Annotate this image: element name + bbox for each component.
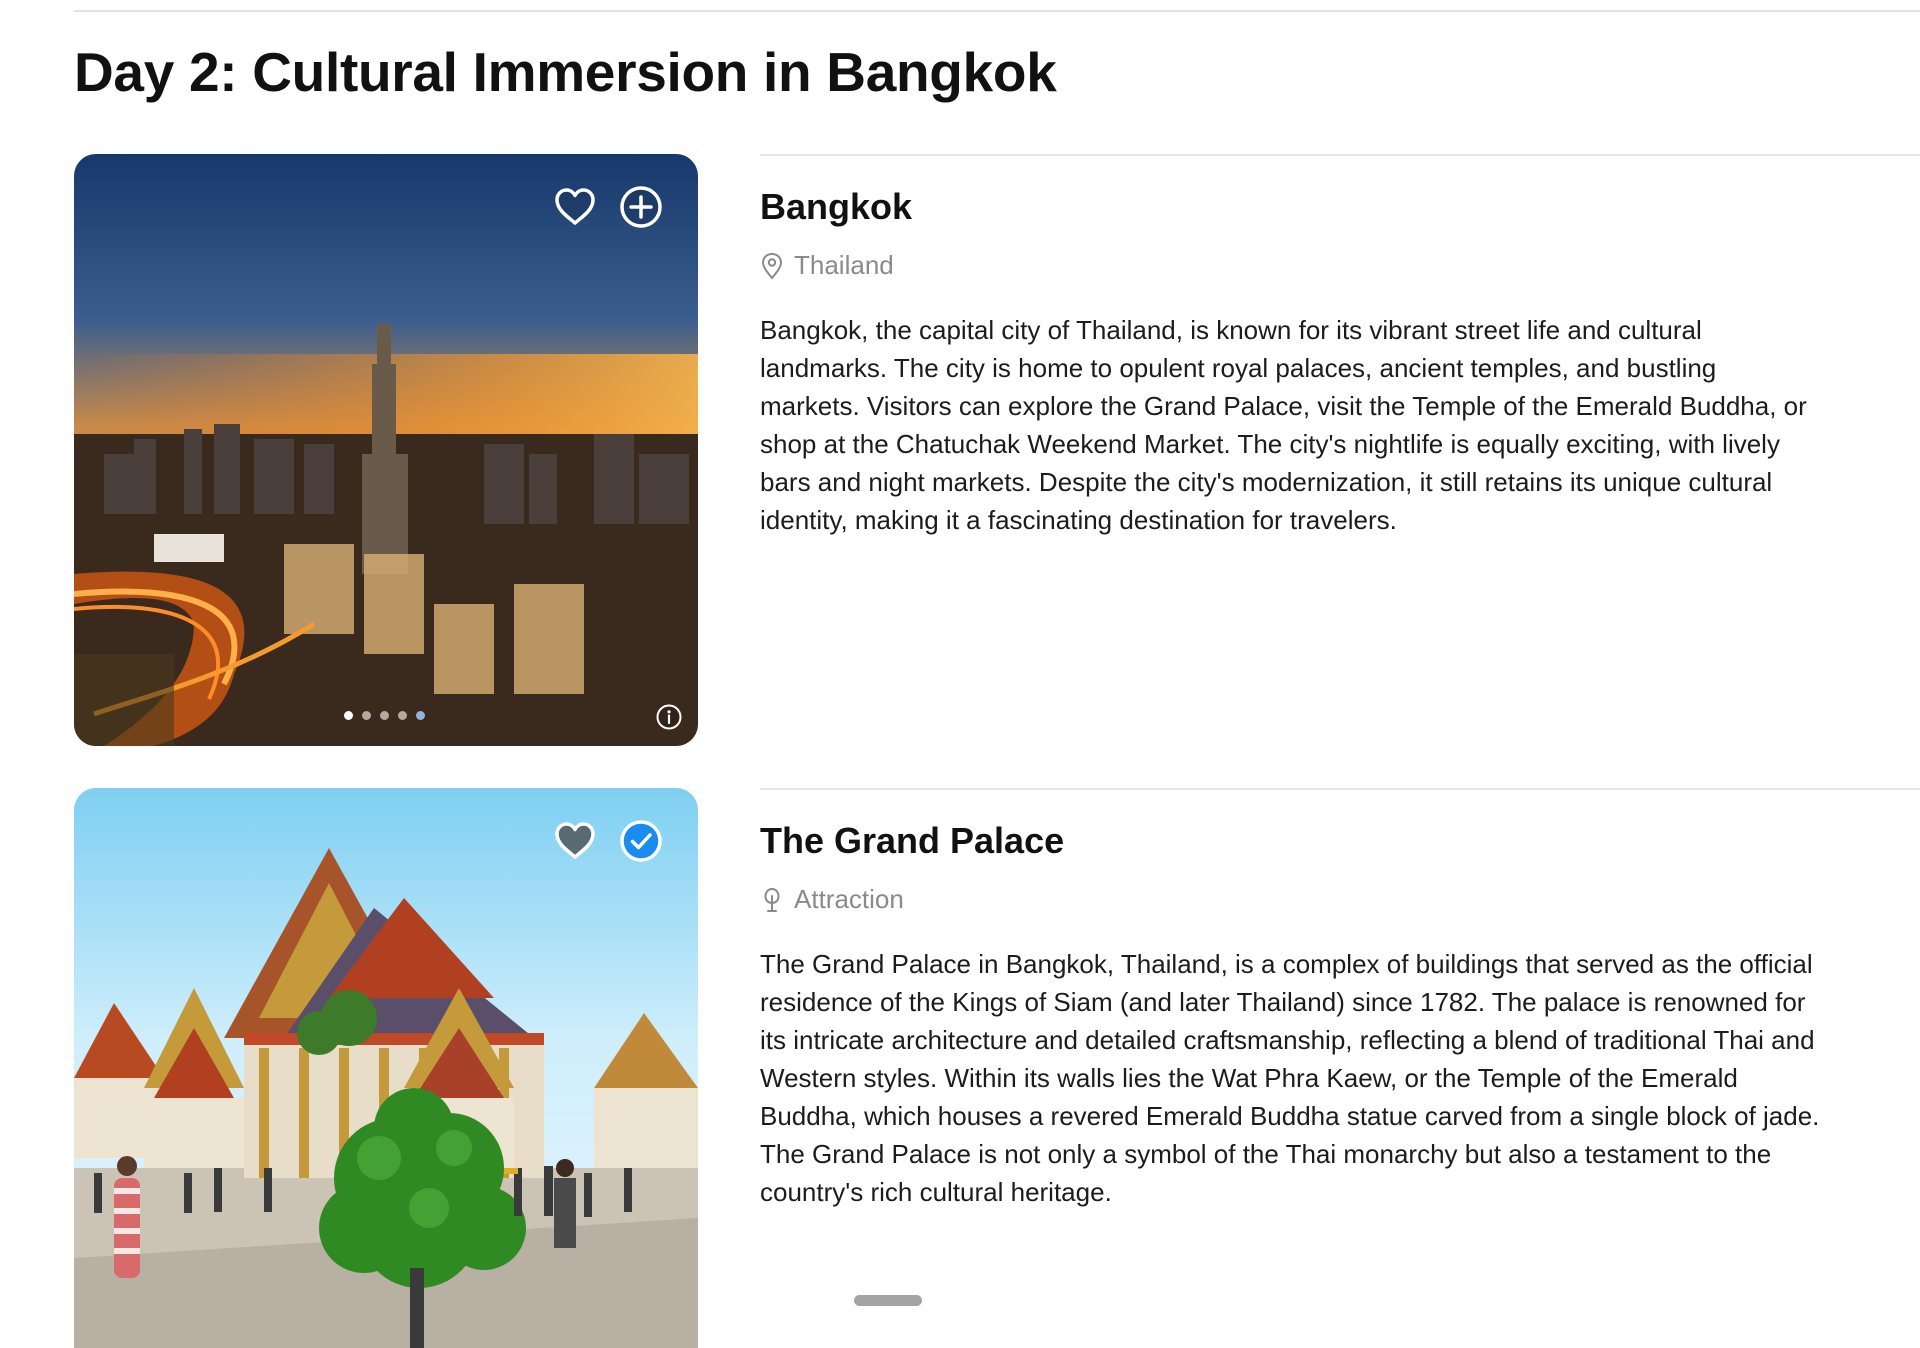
tree-icon xyxy=(764,887,780,912)
map-pin-icon xyxy=(761,252,783,280)
photo-info-button[interactable] xyxy=(654,702,684,732)
item-divider xyxy=(760,788,1920,790)
carousel-dot[interactable] xyxy=(380,711,389,720)
item-details: Bangkok Thailand Bangkok, the capital ci… xyxy=(760,186,1840,539)
grand-palace-photo xyxy=(74,788,698,1348)
carousel-dot[interactable] xyxy=(362,711,371,720)
place-meta: Thailand xyxy=(760,250,1840,281)
day-title: Day 2: Cultural Immersion in Bangkok xyxy=(74,41,1057,103)
place-meta: Attraction xyxy=(760,884,1840,915)
info-icon xyxy=(656,704,682,730)
place-name[interactable]: The Grand Palace xyxy=(760,820,1840,862)
add-to-trip-button[interactable] xyxy=(618,184,664,230)
place-description: The Grand Palace in Bangkok, Thailand, i… xyxy=(760,949,1820,1207)
photo-carousel[interactable] xyxy=(74,154,698,746)
place-name[interactable]: Bangkok xyxy=(760,186,1840,228)
place-description: Bangkok, the capital city of Thailand, i… xyxy=(760,315,1807,535)
heart-icon xyxy=(555,188,595,225)
bottom-sheet-handle[interactable] xyxy=(854,1295,922,1306)
itinerary-item-grand-palace: The Grand Palace Attraction The Grand Pa… xyxy=(0,786,1920,1348)
top-divider xyxy=(74,10,1920,12)
added-to-trip-button[interactable] xyxy=(618,818,664,864)
carousel-dot[interactable] xyxy=(398,711,407,720)
heart-filled-icon xyxy=(555,822,595,859)
item-details: The Grand Palace Attraction The Grand Pa… xyxy=(760,820,1840,1211)
place-category: Attraction xyxy=(794,884,904,914)
carousel-dots xyxy=(344,711,425,720)
item-divider xyxy=(760,154,1920,156)
carousel-dot[interactable] xyxy=(416,711,425,720)
favorite-button[interactable] xyxy=(552,818,598,864)
plus-circle-icon xyxy=(620,186,662,228)
itinerary-item-bangkok: Bangkok Thailand Bangkok, the capital ci… xyxy=(0,152,1920,748)
favorite-button[interactable] xyxy=(552,184,598,230)
place-location: Thailand xyxy=(794,250,894,280)
carousel-dot[interactable] xyxy=(344,711,353,720)
photo-carousel[interactable] xyxy=(74,788,698,1348)
city-skyline-photo xyxy=(74,154,698,746)
check-circle-icon xyxy=(620,820,662,862)
